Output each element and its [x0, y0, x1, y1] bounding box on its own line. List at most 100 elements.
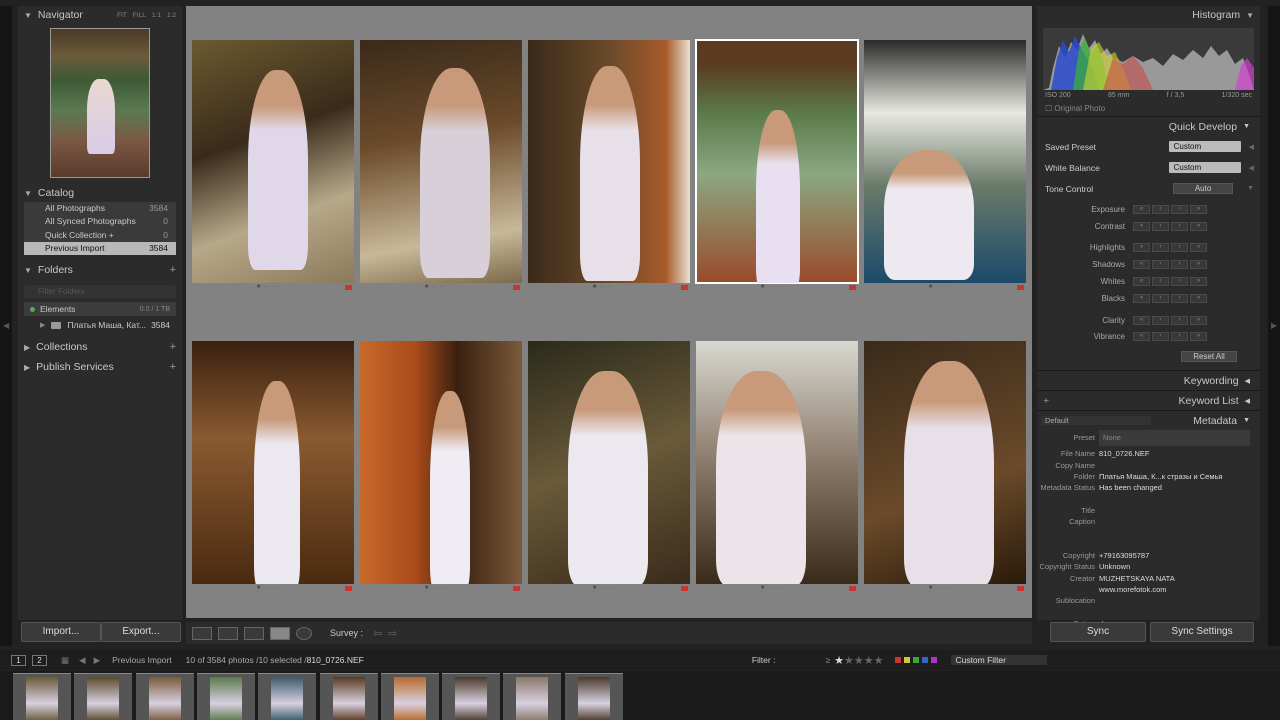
tone-step-button[interactable]: › [1171, 277, 1188, 287]
rating-stars[interactable]: ★···· [424, 283, 447, 290]
filmstrip-thumbnail[interactable] [380, 673, 439, 720]
reject-flag-icon[interactable] [681, 586, 688, 591]
tone-step-button[interactable]: » [1190, 315, 1207, 325]
people-view-button[interactable] [296, 626, 312, 640]
histogram-header[interactable]: Histogram ▼ [1037, 6, 1260, 24]
compare-view-button[interactable] [244, 626, 264, 640]
survey-cell[interactable]: ★···· [528, 40, 690, 292]
metadata-value[interactable]: Платья Маша, К...к стразы и Семья [1099, 471, 1260, 482]
metadata-value[interactable] [1099, 607, 1260, 618]
reject-flag-icon[interactable] [345, 586, 352, 591]
color-label-red-icon[interactable] [895, 657, 902, 663]
tone-step-button[interactable]: › [1171, 221, 1188, 231]
survey-cell[interactable]: ★···· [192, 40, 354, 292]
zoom-fill[interactable]: FILL [133, 12, 146, 19]
filmstrip-source[interactable]: Previous Import [112, 655, 172, 665]
keywording-header[interactable]: Keywording ◀ [1037, 370, 1260, 391]
attribute-filter-icons[interactable]: ≥ [825, 655, 830, 665]
metadata-value[interactable]: www.morefotok.com [1099, 584, 1260, 595]
catalog-item-previous-import[interactable]: Previous Import 3584 [24, 241, 176, 256]
tone-step-button[interactable]: › [1171, 243, 1188, 253]
next-arrow-icon[interactable]: ⇨ [388, 627, 397, 640]
monitor-1-button[interactable]: 1 [11, 654, 26, 666]
tone-step-button[interactable]: » [1190, 332, 1207, 342]
add-collection-icon[interactable]: + [170, 341, 176, 353]
tone-step-button[interactable]: ‹ [1152, 315, 1169, 325]
auto-tone-button[interactable]: Auto [1173, 183, 1234, 194]
folder-item[interactable]: ▶ Платья Маша, Кат... 3584 [24, 318, 176, 332]
custom-filter-select[interactable]: Custom Filter [951, 655, 1048, 665]
zoom-1-2[interactable]: 1:2 [167, 12, 176, 19]
reject-flag-icon[interactable] [1017, 285, 1024, 290]
rating-stars[interactable]: ★···· [760, 283, 783, 290]
filmstrip-thumbnail[interactable] [13, 673, 71, 720]
reject-flag-icon[interactable] [681, 285, 688, 290]
catalog-item-all-photographs[interactable]: All Photographs 3584 [24, 202, 176, 216]
chevron-left-icon[interactable]: ◀ [1249, 143, 1254, 151]
tone-step-button[interactable]: « [1133, 277, 1150, 287]
filmstrip-thumbnail[interactable] [258, 673, 317, 720]
tone-step-button[interactable]: « [1133, 204, 1150, 214]
color-label-yellow-icon[interactable] [904, 657, 911, 663]
survey-view-button[interactable] [270, 626, 290, 640]
survey-photo[interactable] [528, 40, 690, 283]
survey-cell[interactable]: ★···· [360, 40, 522, 292]
filmstrip-thumbnail[interactable] [319, 673, 378, 720]
metadata-value[interactable]: Has been changed [1099, 482, 1260, 493]
folders-header[interactable]: ▼ Folders + [18, 261, 182, 279]
metadata-value[interactable]: 810_0726.NEF [1099, 448, 1260, 459]
survey-photo[interactable] [864, 341, 1026, 584]
metadata-value[interactable] [1099, 494, 1260, 505]
reject-flag-icon[interactable] [849, 285, 856, 290]
add-folder-icon[interactable]: + [170, 264, 176, 276]
grid-view-button[interactable] [192, 626, 212, 640]
tone-step-button[interactable]: « [1133, 315, 1150, 325]
metadata-set-select[interactable]: Default [1041, 416, 1151, 426]
tone-step-button[interactable]: « [1133, 243, 1150, 253]
tone-step-button[interactable]: » [1190, 293, 1207, 303]
tone-step-button[interactable]: » [1190, 260, 1207, 270]
tone-step-button[interactable]: › [1171, 204, 1188, 214]
metadata-preset-select[interactable]: None [1099, 430, 1250, 447]
volume-elements[interactable]: Elements 0.0 / 1 TB [24, 302, 176, 317]
tone-step-button[interactable]: « [1133, 260, 1150, 270]
sync-button[interactable]: Sync [1050, 622, 1146, 642]
tone-step-button[interactable]: ‹ [1152, 204, 1169, 214]
survey-cell[interactable]: ★···· [864, 341, 1026, 593]
tone-step-button[interactable]: › [1171, 332, 1188, 342]
loupe-view-button[interactable] [218, 626, 238, 640]
rating-stars[interactable]: ★···· [256, 283, 279, 290]
catalog-header[interactable]: ▼ Catalog [18, 184, 182, 202]
metadata-value[interactable] [1099, 539, 1260, 550]
survey-photo[interactable] [864, 40, 1026, 283]
tone-step-button[interactable]: ‹ [1152, 243, 1169, 253]
sync-settings-button[interactable]: Sync Settings [1150, 622, 1254, 642]
survey-photo[interactable] [528, 341, 690, 584]
star-filter-empty-icon[interactable]: ★★★★ [844, 654, 883, 667]
survey-cell[interactable]: ★···· [695, 39, 859, 292]
metadata-value[interactable] [1099, 527, 1260, 538]
collections-header[interactable]: ▶ Collections + [18, 338, 182, 356]
filmstrip-thumbnail[interactable] [442, 673, 501, 720]
filmstrip-thumbnail[interactable] [74, 673, 133, 720]
chevron-left-icon[interactable]: ◀ [1249, 164, 1254, 172]
reset-all-button[interactable]: Reset All [1181, 351, 1237, 363]
metadata-value[interactable] [1099, 460, 1260, 471]
navigator-preview[interactable] [50, 28, 150, 178]
tone-step-button[interactable]: ‹ [1152, 293, 1169, 303]
rating-stars[interactable]: ★···· [592, 584, 615, 591]
survey-cell[interactable]: ★···· [360, 341, 522, 593]
tone-step-button[interactable]: « [1133, 293, 1150, 303]
color-label-green-icon[interactable] [913, 657, 920, 663]
tone-step-button[interactable]: ‹ [1152, 277, 1169, 287]
rating-stars[interactable]: ★···· [928, 283, 951, 290]
catalog-item-synced[interactable]: All Synced Photographs 0 [24, 215, 176, 229]
survey-cell[interactable]: ★···· [864, 40, 1026, 292]
filmstrip-filename[interactable]: 810_0726.NEF [307, 655, 364, 665]
filmstrip-thumbnail[interactable] [135, 673, 194, 720]
histogram-graph[interactable] [1043, 28, 1254, 90]
tone-step-button[interactable]: ‹ [1152, 332, 1169, 342]
original-photo-checkbox[interactable]: ☐ Original Photo [1037, 102, 1260, 116]
rating-stars[interactable]: ★···· [424, 584, 447, 591]
folder-filter-input[interactable]: Filter Folders [24, 285, 176, 299]
